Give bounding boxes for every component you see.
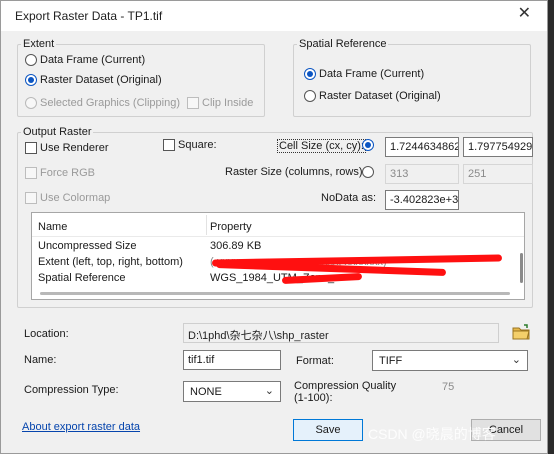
sr-raster-dataset-radio[interactable] xyxy=(304,90,316,102)
location-label: Location: xyxy=(24,328,69,340)
compression-quality-input[interactable]: 75 xyxy=(437,377,529,397)
force-rgb-label: Force RGB xyxy=(40,167,96,179)
output-raster-group-label: Output Raster xyxy=(21,126,94,138)
raster-rows-input[interactable]: 251 xyxy=(463,164,533,184)
extent-data-frame-label: Data Frame (Current) xyxy=(40,54,146,66)
use-renderer-label: Use Renderer xyxy=(40,142,109,154)
spatial-reference-group xyxy=(293,44,531,117)
raster-properties-list[interactable]: Name Property Uncompressed Size 306.89 K… xyxy=(31,212,525,300)
use-colormap-checkbox[interactable] xyxy=(25,192,37,204)
sr-data-frame-radio[interactable] xyxy=(304,68,316,80)
table-row-name: Uncompressed Size xyxy=(38,240,137,252)
csdn-watermark: CSDN @晓晨的博客 xyxy=(368,426,496,442)
compression-type-label: Compression Type: xyxy=(24,384,119,396)
extent-group-label: Extent xyxy=(21,38,57,50)
chevron-down-icon: ⌄ xyxy=(511,354,521,366)
extent-raster-dataset-radio[interactable] xyxy=(25,74,37,86)
extent-raster-dataset-label: Raster Dataset (Original) xyxy=(40,74,162,86)
force-rgb-checkbox[interactable] xyxy=(25,167,37,179)
nodata-input[interactable]: -3.402823e+3 xyxy=(385,190,459,210)
spatial-reference-group-label: Spatial Reference xyxy=(297,38,389,50)
about-export-link[interactable]: About export raster data xyxy=(22,421,140,433)
nodata-label: NoData as: xyxy=(321,192,377,204)
header-divider xyxy=(32,236,524,237)
export-raster-dialog: Export Raster Data - TP1.tif ✕ Extent Da… xyxy=(0,0,548,454)
use-colormap-label: Use Colormap xyxy=(40,192,111,204)
clip-inside-label: Clip Inside xyxy=(202,97,254,109)
cell-size-y-input[interactable]: 1.7977549290 xyxy=(463,137,533,157)
chevron-down-icon: ⌄ xyxy=(264,385,274,397)
raster-columns-input[interactable]: 313 xyxy=(385,164,459,184)
list-vertical-scrollbar[interactable] xyxy=(520,253,523,283)
list-horizontal-scrollbar[interactable] xyxy=(40,292,510,295)
table-row-name: Spatial Reference xyxy=(38,272,126,284)
format-label: Format: xyxy=(296,355,334,367)
use-renderer-checkbox[interactable] xyxy=(25,142,37,154)
sr-data-frame-label: Data Frame (Current) xyxy=(319,68,425,80)
compression-quality-label: Compression Quality (1-100): xyxy=(294,380,397,404)
raster-size-label: Raster Size (columns, rows): xyxy=(225,166,366,178)
column-divider xyxy=(206,215,207,235)
column-header-property[interactable]: Property xyxy=(210,221,252,233)
compression-type-value: NONE xyxy=(190,386,222,398)
clip-inside-checkbox[interactable] xyxy=(187,97,199,109)
name-input[interactable]: tif1.tif xyxy=(183,350,281,370)
column-header-name[interactable]: Name xyxy=(38,221,67,233)
save-button[interactable]: Save xyxy=(293,419,363,441)
cell-size-x-input[interactable]: 1.7244634862 xyxy=(385,137,459,157)
compression-type-select[interactable]: NONE ⌄ xyxy=(183,381,281,402)
format-select[interactable]: TIFF ⌄ xyxy=(372,350,528,371)
table-row-value: 306.89 KB xyxy=(210,240,262,252)
extent-data-frame-radio[interactable] xyxy=(25,54,37,66)
cell-size-label: Cell Size (cx, cy): xyxy=(277,139,366,153)
title-bar: Export Raster Data - TP1.tif ✕ xyxy=(1,1,547,31)
format-select-value: TIFF xyxy=(379,355,403,367)
table-row-name: Extent (left, top, right, bottom) xyxy=(38,256,183,268)
cell-size-radio[interactable] xyxy=(362,139,374,151)
name-label: Name: xyxy=(24,354,57,366)
sr-raster-dataset-label: Raster Dataset (Original) xyxy=(319,90,441,102)
close-icon[interactable]: ✕ xyxy=(518,6,531,22)
square-label: Square: xyxy=(178,139,217,151)
location-input[interactable]: D:\1phd\杂七杂八\shp_raster xyxy=(183,323,499,343)
extent-selected-graphics-label: Selected Graphics (Clipping) xyxy=(40,97,181,109)
open-folder-icon[interactable] xyxy=(511,322,531,342)
extent-selected-graphics-radio[interactable] xyxy=(25,97,37,109)
square-checkbox[interactable] xyxy=(163,139,175,151)
raster-size-radio[interactable] xyxy=(362,166,374,178)
window-title: Export Raster Data - TP1.tif xyxy=(15,9,163,23)
